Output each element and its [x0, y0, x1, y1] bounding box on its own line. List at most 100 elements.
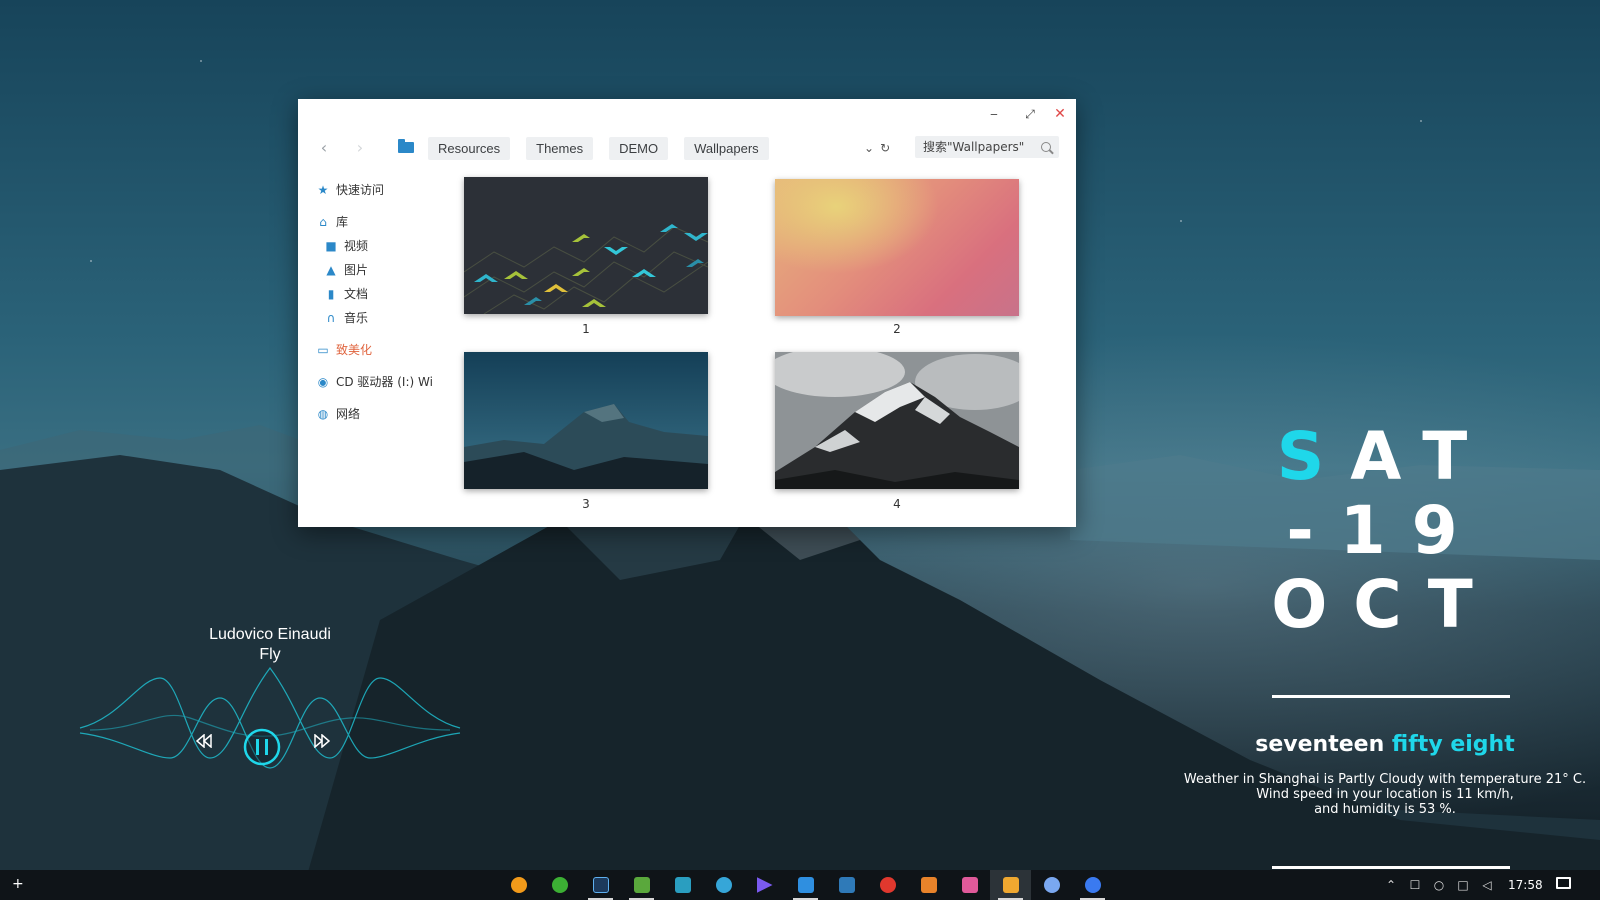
- network-icon[interactable]: □: [1456, 878, 1470, 892]
- taskbar-app-office[interactable]: [908, 870, 949, 900]
- sidebar-item-pictures[interactable]: ▲ 图片: [324, 261, 368, 278]
- sidebar-item-beautify[interactable]: ▭ 致美化: [316, 341, 372, 358]
- sidebar-item-music[interactable]: ∩ 音乐: [324, 309, 368, 326]
- search-box[interactable]: [915, 136, 1059, 158]
- weekday-rest: AT: [1350, 418, 1494, 495]
- video-camera-icon: ■: [325, 238, 337, 253]
- music-player-widget: Ludovico Einaudi Fly: [60, 618, 480, 798]
- time-minutes-words: fifty eight: [1391, 732, 1515, 757]
- wallpaper-thumbnail[interactable]: [464, 352, 708, 489]
- breadcrumb-resources[interactable]: Resources: [428, 137, 511, 160]
- sidebar-item-label: 视频: [344, 239, 369, 253]
- browser-icon: [1084, 877, 1101, 893]
- notification-center-icon[interactable]: [1556, 877, 1571, 889]
- breadcrumb-wallpapers[interactable]: Wallpapers: [684, 137, 769, 160]
- taskbar-app-weibo[interactable]: [498, 870, 539, 900]
- taskbar-app-terminal[interactable]: [826, 870, 867, 900]
- back-arrow-icon[interactable]: ‹: [314, 137, 334, 157]
- folder-icon: [398, 139, 414, 153]
- sidebar-item-label: 库: [336, 215, 349, 229]
- divider-line: [1272, 695, 1510, 698]
- search-input[interactable]: [923, 140, 1033, 154]
- breadcrumb-demo[interactable]: DEMO: [609, 137, 669, 160]
- clipboard-icon: [797, 877, 814, 893]
- chevron-up-icon[interactable]: ⌃: [1384, 878, 1398, 892]
- taskbar-app-netease-music[interactable]: [867, 870, 908, 900]
- search-icon[interactable]: [1041, 142, 1051, 152]
- taskbar-app-browser[interactable]: [1072, 870, 1113, 900]
- document-icon: ▮: [327, 286, 335, 301]
- thumbnail-label: 2: [893, 322, 901, 336]
- taskbar-app-xiu[interactable]: [949, 870, 990, 900]
- taskbar-app-photos[interactable]: [662, 870, 703, 900]
- refresh-icon[interactable]: ↻: [880, 141, 890, 155]
- taskbar-app-palette[interactable]: [703, 870, 744, 900]
- mountain-picture-icon: ▲: [326, 262, 336, 277]
- taskbar-app-wechat[interactable]: [539, 870, 580, 900]
- sidebar-item-cd-drive[interactable]: ◉ CD 驱动器 (I:) Wi: [316, 373, 433, 390]
- home-icon: ⌂: [319, 214, 327, 229]
- taskbar-app-qq[interactable]: [1031, 870, 1072, 900]
- wallpaper-thumbnail[interactable]: [464, 177, 708, 314]
- sidebar-item-label: 快速访问: [336, 183, 385, 197]
- photoshop-icon: [592, 877, 609, 893]
- weather-line: and humidity is 53 %.: [1314, 802, 1456, 817]
- thumbnail-label: 4: [893, 497, 901, 511]
- minimize-button[interactable]: ‒: [976, 99, 1012, 129]
- star: [90, 260, 92, 262]
- sidebar-item-network[interactable]: ◍ 网络: [316, 405, 360, 422]
- bell-icon[interactable]: ☐: [1408, 878, 1422, 892]
- weekday: SAT: [1170, 420, 1600, 494]
- file-explorer-window: ‒ ⤢ ✕ ‹ › Resources Themes DEMO Wallpape…: [298, 99, 1076, 527]
- divider-line: [1272, 866, 1510, 869]
- photos-icon: [674, 877, 691, 893]
- sidebar-item-videos[interactable]: ■ 视频: [324, 237, 368, 254]
- clock[interactable]: 17:58: [1508, 878, 1543, 892]
- weather-line: Wind speed in your location is 11 km/h,: [1256, 787, 1514, 802]
- taskbar: + ⌃ ☐ ○ □ ◁ 17:58: [0, 870, 1600, 900]
- taskbar-app-sketch-editor[interactable]: [621, 870, 662, 900]
- sidebar-item-label: CD 驱动器 (I:) Wi: [336, 375, 433, 389]
- system-tray: ⌃ ☐ ○ □ ◁ 17:58: [1384, 870, 1543, 900]
- close-button[interactable]: ✕: [1042, 99, 1078, 129]
- day-of-month: -19: [1286, 492, 1484, 569]
- volume-icon[interactable]: ◁: [1480, 878, 1494, 892]
- globe-icon: ◍: [317, 406, 329, 421]
- netease-music-icon: [879, 877, 896, 893]
- wallpaper-thumbnail[interactable]: [775, 179, 1019, 316]
- wechat-icon: [551, 877, 568, 893]
- sidebar-item-label: 图片: [344, 263, 369, 277]
- sidebar-item-label: 网络: [336, 407, 361, 421]
- taskbar-app-file-explorer[interactable]: [990, 870, 1031, 900]
- weekday-first-letter: S: [1276, 418, 1351, 495]
- taskbar-app-clipboard[interactable]: [785, 870, 826, 900]
- wallpaper-thumbnail[interactable]: [775, 352, 1019, 489]
- file-explorer-icon: [1002, 877, 1019, 893]
- breadcrumb-themes[interactable]: Themes: [526, 137, 594, 160]
- taskbar-app-media-player[interactable]: [744, 870, 785, 900]
- terminal-icon: [838, 877, 855, 893]
- sidebar-item-documents[interactable]: ▮ 文档: [324, 285, 368, 302]
- thumbnail-label: 3: [582, 497, 590, 511]
- time-in-words: seventeen fifty eight: [1170, 732, 1600, 757]
- start-button[interactable]: +: [12, 876, 24, 892]
- qq-tray-icon[interactable]: ○: [1432, 878, 1446, 892]
- thumbnail-label: 1: [582, 322, 590, 336]
- sidebar-item-quick-access[interactable]: ★ 快速访问: [316, 181, 384, 198]
- sidebar-item-library[interactable]: ⌂ 库: [316, 213, 348, 230]
- track-artist: Ludovico Einaudi: [209, 626, 331, 643]
- headphones-icon: ∩: [326, 310, 336, 325]
- weibo-icon: [510, 877, 527, 893]
- sidebar-item-label: 文档: [344, 287, 369, 301]
- play-icon: [756, 877, 773, 893]
- xiu-icon: [961, 877, 978, 893]
- star: [1420, 120, 1422, 122]
- taskbar-apps: [498, 870, 1113, 900]
- chevron-down-icon[interactable]: ⌄: [864, 141, 874, 155]
- sidebar-item-label: 致美化: [336, 343, 373, 357]
- forward-arrow-icon[interactable]: ›: [350, 137, 370, 157]
- palette-icon: [715, 877, 732, 893]
- taskbar-app-photoshop[interactable]: [580, 870, 621, 900]
- weather-text: Weather in Shanghai is Partly Cloudy wit…: [1170, 772, 1600, 817]
- weather-line: Weather in Shanghai is Partly Cloudy wit…: [1183, 772, 1587, 787]
